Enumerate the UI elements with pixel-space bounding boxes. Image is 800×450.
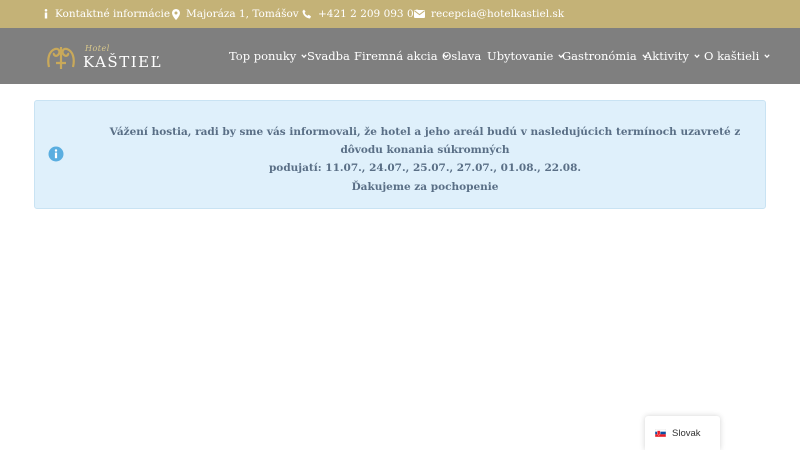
menu-item-label: O kaštieli (704, 49, 760, 63)
email-link[interactable]: recepcia@hotelkastiel.sk (414, 0, 564, 28)
info-icon (43, 9, 49, 19)
notice-line-1: Vážení hostia, radi by sme vás informova… (109, 126, 741, 156)
contact-info-label: Kontaktné informácie (55, 8, 171, 20)
menu-item-label: Oslava (442, 49, 482, 63)
address-link[interactable]: Majoráza 1, Tomášov (172, 0, 299, 28)
menu-item-label: Gastronómia (562, 49, 637, 63)
menu-item-ubytovanie[interactable]: Ubytovanie (487, 28, 564, 84)
phone-label: +421 2 209 093 00 (318, 8, 421, 20)
menu-item-firemna-akcia[interactable]: Firemná akcia (354, 28, 449, 84)
contact-info-link[interactable]: Kontaktné informácie (43, 0, 170, 28)
envelope-icon (414, 10, 425, 18)
map-pin-icon (172, 8, 180, 20)
chevron-down-icon (694, 54, 700, 59)
phone-icon (302, 9, 312, 19)
main-menu: Top ponuky Svadba Firemná akcia Oslava U… (0, 28, 800, 84)
menu-item-o-kastieli[interactable]: O kaštieli (704, 28, 770, 84)
menu-item-label: Svadba (307, 49, 350, 63)
email-label: recepcia@hotelkastiel.sk (431, 8, 565, 20)
menu-item-top-ponuky[interactable]: Top ponuky (229, 28, 307, 84)
info-circle-icon (48, 146, 64, 162)
top-info-bar: Kontaktné informácie Majoráza 1, Tomášov… (0, 0, 800, 28)
phone-link[interactable]: +421 2 209 093 00 (302, 0, 420, 28)
closure-notice: Vážení hostia, radi by sme vás informova… (34, 100, 766, 209)
slovak-flag-icon (655, 429, 666, 437)
language-switcher[interactable]: Slovak (645, 416, 720, 450)
menu-item-label: Top ponuky (229, 49, 297, 63)
menu-item-gastronomia[interactable]: Gastronómia (562, 28, 648, 84)
menu-item-svadba[interactable]: Svadba (307, 28, 350, 84)
address-label: Majoráza 1, Tomášov (186, 8, 299, 20)
chevron-down-icon (764, 54, 770, 59)
notice-thanks: Ďakujeme za pochopenie (351, 181, 499, 193)
menu-item-label: Ubytovanie (487, 49, 554, 63)
main-navbar: Hotel KAŠTIEĽ Top ponuky Svadba Firemná … (0, 28, 800, 84)
menu-item-oslava[interactable]: Oslava (442, 28, 481, 84)
menu-item-label: Firemná akcia (354, 49, 438, 63)
menu-item-aktivity[interactable]: Aktivity (644, 28, 700, 84)
menu-item-label: Aktivity (644, 49, 689, 63)
notice-message: Vážení hostia, radi by sme vás informova… (95, 123, 755, 177)
language-label: Slovak (672, 427, 701, 439)
notice-line-2: podujatí: 11.07., 24.07., 25.07., 27.07.… (268, 162, 582, 174)
